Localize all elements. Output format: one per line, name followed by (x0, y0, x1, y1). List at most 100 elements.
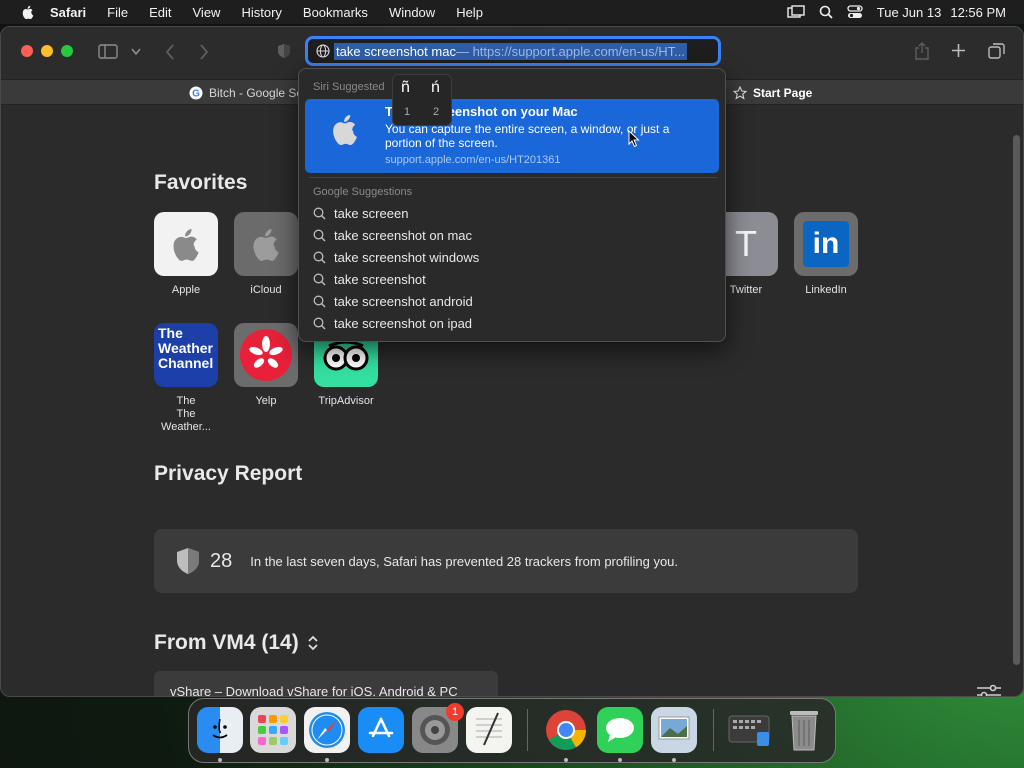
trash-icon[interactable] (781, 707, 827, 753)
messages-icon[interactable] (597, 707, 643, 753)
favorite-icloud[interactable]: iCloud (234, 212, 298, 297)
address-suggestions-dropdown: Siri Suggested Take a screenshot on your… (298, 68, 726, 342)
control-center-icon[interactable] (847, 5, 863, 19)
privacy-report-title: Privacy Report (154, 462, 303, 485)
favorite-label: iCloud (250, 284, 282, 296)
forward-icon[interactable] (199, 44, 209, 60)
dropdown-divider (309, 177, 717, 178)
chrome-icon[interactable] (543, 707, 589, 753)
finder-icon[interactable] (197, 707, 243, 753)
search-suggestion[interactable]: take screenshot (313, 272, 426, 287)
downloads-stack-icon[interactable] (727, 707, 773, 753)
linkedin-logo-icon: in (794, 212, 858, 276)
google-favicon-icon: G (189, 86, 203, 100)
running-indicator (672, 758, 676, 762)
favorite-weather-channel[interactable]: The Weather Channel The The Weather... (154, 323, 218, 434)
favorites-title: Favorites (154, 171, 248, 194)
favorite-label: Apple (171, 284, 201, 296)
privacy-shield-icon[interactable] (277, 43, 291, 59)
address-autocomplete-text: — https://support.apple.com/en-us/HT... (455, 43, 686, 59)
chevron-updown-icon (308, 635, 318, 651)
apple-logo-icon (333, 114, 357, 145)
mouse-cursor-icon (628, 130, 640, 148)
dock-separator (713, 709, 714, 751)
running-indicator (218, 758, 222, 762)
top-hit-suggestion[interactable]: Take a screenshot on your Mac You can ca… (305, 99, 719, 173)
menu-bookmarks[interactable]: Bookmarks (303, 5, 368, 20)
screen-mirroring-icon[interactable] (787, 5, 805, 19)
notification-badge: 1 (446, 703, 464, 721)
accent-option-2[interactable]: ń (431, 79, 440, 97)
apple-menu-icon[interactable] (20, 4, 36, 20)
menu-app-name[interactable]: Safari (50, 5, 86, 20)
address-typed-text: take screenshot mac (336, 43, 456, 59)
spotlight-search-icon[interactable] (819, 5, 833, 19)
textedit-icon[interactable] (466, 707, 512, 753)
search-icon (313, 317, 326, 330)
launchpad-icon[interactable] (250, 707, 296, 753)
chevron-down-icon[interactable] (131, 48, 141, 56)
search-suggestion[interactable]: take screenshot on ipad (313, 316, 472, 331)
menu-window[interactable]: Window (389, 5, 435, 20)
search-suggestion[interactable]: take screenshot on mac (313, 228, 472, 243)
address-bar[interactable]: take screenshot mac — https://support.ap… (305, 36, 721, 66)
apple-logo-icon (154, 212, 218, 276)
tab-overview-icon[interactable] (988, 43, 1005, 59)
tab-start-page[interactable]: Start Page (725, 80, 813, 106)
siri-suggested-header: Siri Suggested (313, 81, 385, 93)
tab-start-page-label: Start Page (753, 86, 813, 100)
accent-option-2-number: 2 (433, 106, 440, 118)
favorite-label: TripAdvisor (318, 395, 374, 407)
star-icon (733, 86, 747, 100)
close-window-button[interactable] (21, 45, 33, 57)
favorite-linkedin[interactable]: in LinkedIn (794, 212, 858, 297)
tab-google-label: Bitch - Google Se (209, 86, 304, 100)
menu-history[interactable]: History (241, 5, 281, 20)
safari-icon[interactable] (304, 707, 350, 753)
system-settings-icon[interactable]: 1 (412, 703, 464, 753)
preview-icon[interactable] (651, 707, 697, 753)
privacy-report-text: In the last seven days, Safari has preve… (250, 553, 679, 569)
accent-character-popup: ñ ń 1 2 (392, 74, 452, 126)
back-icon[interactable] (165, 44, 175, 60)
zoom-window-button[interactable] (61, 45, 73, 57)
customize-start-page-icon[interactable] (976, 684, 1002, 697)
new-tab-icon[interactable] (951, 43, 966, 58)
favorite-apple[interactable]: Apple (154, 212, 218, 297)
search-suggestion[interactable]: take screeen (313, 206, 408, 221)
suggestion-text: take screeen (334, 206, 409, 221)
linkedin-glyph: in (803, 221, 849, 267)
favorite-label: The Weather... (161, 408, 211, 433)
search-suggestion[interactable]: take screenshot android (313, 294, 473, 309)
vertical-scrollbar[interactable] (1013, 135, 1020, 665)
sidebar-toggle-icon[interactable] (98, 44, 118, 59)
minimize-window-button[interactable] (41, 45, 53, 57)
share-icon[interactable] (914, 42, 930, 60)
yelp-logo-icon (234, 323, 298, 387)
menubar-clock[interactable]: Tue Jun 13 12:56 PM (877, 5, 1006, 20)
search-suggestion[interactable]: take screenshot windows (313, 250, 479, 265)
google-suggestions-header: Google Suggestions (313, 186, 413, 198)
weather-channel-logo-text: The Weather Channel (158, 325, 214, 371)
search-icon (313, 251, 326, 264)
running-indicator (618, 758, 622, 762)
search-icon (313, 273, 326, 286)
menu-view[interactable]: View (193, 5, 221, 20)
menubar-date: Tue Jun 13 (876, 4, 942, 20)
menu-file[interactable]: File (107, 5, 128, 20)
suggestion-text: take screenshot (334, 272, 426, 287)
cloud-tab-item[interactable]: vShare – Download vShare for iOS, Androi… (154, 671, 498, 696)
privacy-report-card[interactable]: 28 In the last seven days, Safari has pr… (154, 529, 858, 593)
menu-help[interactable]: Help (456, 5, 483, 20)
favorite-label-line1: The (176, 395, 196, 407)
menu-edit[interactable]: Edit (149, 5, 171, 20)
app-store-icon[interactable] (358, 707, 404, 753)
accent-option-1[interactable]: ñ (401, 79, 410, 97)
tab-google[interactable]: G Bitch - Google Se (189, 86, 303, 100)
search-icon (313, 207, 326, 220)
dock: 1 (188, 698, 836, 763)
favorite-yelp[interactable]: Yelp (234, 323, 298, 408)
top-hit-url: support.apple.com/en-us/HT201361 (385, 154, 561, 166)
suggestion-text: take screenshot on ipad (334, 316, 473, 331)
from-device-header[interactable]: From VM4 (14) (154, 631, 319, 655)
